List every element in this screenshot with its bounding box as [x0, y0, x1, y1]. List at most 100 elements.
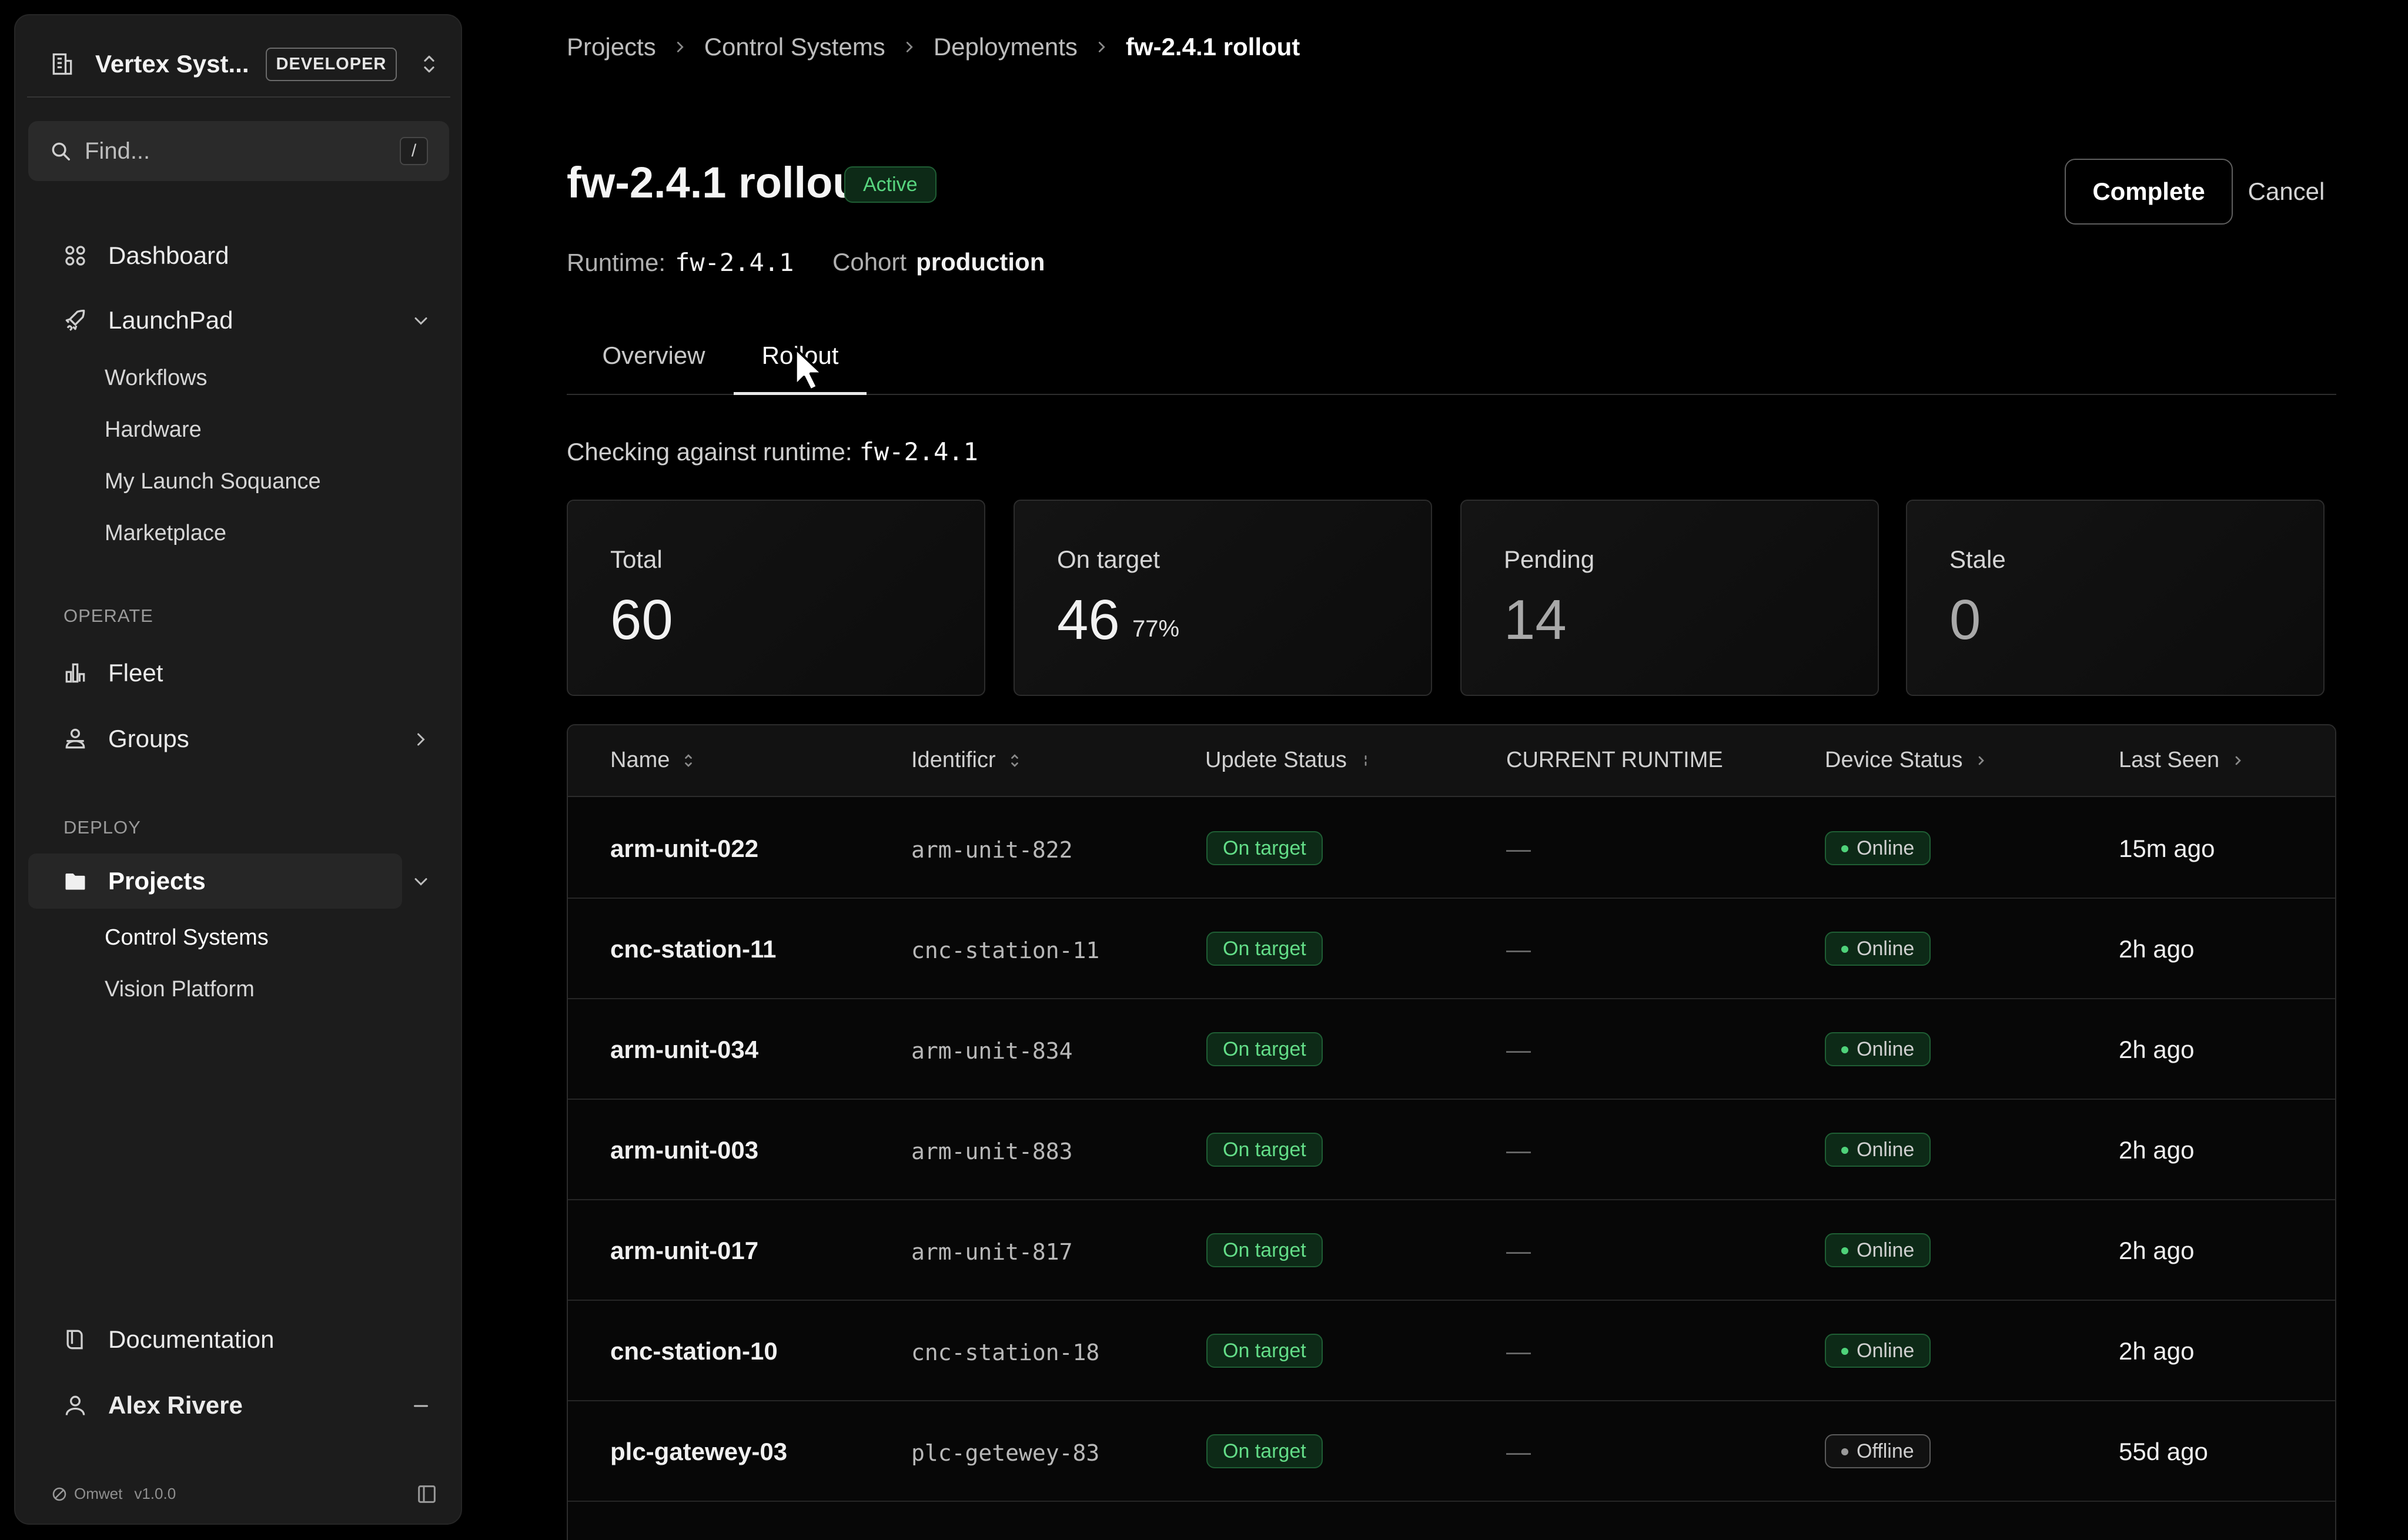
device-identifier: arm-unit-883 [911, 1139, 1073, 1164]
stat-value: 60 [610, 588, 673, 651]
device-identifier: plc-getewey-83 [911, 1440, 1100, 1466]
column-header-update-status[interactable]: Updete Status [1205, 748, 1373, 773]
sidebar-item-hardware[interactable]: Hardware [105, 417, 202, 443]
sidebar-item-marketplace[interactable]: Marketplace [105, 521, 226, 546]
stat-percent: 77% [1132, 616, 1180, 642]
nav-item-launchpad[interactable]: LaunchPad [28, 293, 449, 348]
devices-table: Name Identificr Updete Status CURRENT RU… [567, 724, 2336, 1540]
chevron-right-icon[interactable] [410, 729, 432, 750]
current-runtime: — [1506, 1036, 1531, 1063]
table-row[interactable]: cnc-station-10 cnc-station-18 On target — On… [568, 1301, 2335, 1401]
nav-label-documentation: Documentation [108, 1325, 275, 1353]
column-header-identifier[interactable]: Identificr [911, 748, 1022, 773]
groups-icon [65, 728, 85, 749]
user-icon [65, 1395, 85, 1415]
nav-label-projects: Projects [108, 867, 206, 895]
device-name[interactable]: arm-unit-022 [610, 835, 758, 863]
table-row[interactable]: arm-unit-003 arm-unit-883 On target — Online… [568, 1100, 2335, 1200]
building-icon [52, 53, 72, 75]
chevron-down-icon[interactable] [410, 310, 432, 332]
device-name[interactable]: arm-unit-017 [610, 1237, 758, 1265]
chart-icon [65, 663, 85, 683]
current-runtime: — [1506, 1337, 1531, 1365]
sidebar-item-vision-platform[interactable]: Vision Platform [105, 977, 255, 1002]
last-seen: 2h ago [2119, 1136, 2195, 1164]
status-dot-icon [1841, 1448, 1848, 1455]
device-name[interactable]: plc-gatewey-03 [610, 1438, 787, 1466]
status-dot-icon [1841, 1348, 1848, 1355]
device-status-badge: Online [1825, 1334, 1931, 1368]
device-status-label: Online [1857, 837, 1915, 859]
status-dot-icon [1841, 946, 1848, 953]
nav-item-documentation[interactable]: Documentation [28, 1312, 449, 1367]
device-status-label: Online [1857, 1038, 1915, 1060]
device-name[interactable]: cnc-station-10 [610, 1337, 778, 1365]
device-identifier: arm-unit-822 [911, 837, 1073, 863]
status-dot-icon [1841, 1247, 1848, 1254]
chevron-right-icon [906, 42, 913, 52]
section-label-operate: OPERATE [63, 605, 153, 626]
breadcrumb-deployments[interactable]: Deployments [934, 33, 1078, 61]
device-identifier: cnc-station-11 [911, 938, 1100, 963]
table-row[interactable]: arm-unit-034 arm-unit-834 On target — Online… [568, 999, 2335, 1100]
column-header-device-status[interactable]: Device Status [1825, 748, 1988, 773]
last-seen: 15m ago [2119, 835, 2215, 862]
user-menu[interactable]: Alex Rivere [28, 1378, 449, 1433]
device-name[interactable]: arm-unit-003 [610, 1136, 758, 1164]
column-label: CURRENT RUNTIME [1506, 748, 1723, 772]
update-status-badge: On target [1206, 932, 1323, 966]
device-identifier: arm-unit-817 [911, 1239, 1073, 1265]
table-row[interactable]: cnc-station-11 cnc-station-11 On target — On… [568, 899, 2335, 999]
device-status-badge: Online [1825, 1133, 1931, 1167]
nav-item-dashboard[interactable]: Dashboard [28, 228, 449, 283]
stat-value: 0 [1949, 588, 1981, 651]
device-identifier: cnc-station-18 [911, 1340, 1100, 1365]
device-name[interactable]: cnc-station-11 [610, 935, 776, 963]
current-runtime: — [1506, 1438, 1531, 1465]
nav-item-groups[interactable]: Groups [28, 711, 449, 766]
runtime-value: fw-2.4.1 [675, 248, 794, 277]
breadcrumb-control-systems[interactable]: Control Systems [704, 33, 885, 61]
cancel-button[interactable]: Cancel [2236, 159, 2336, 225]
stat-card-total: Total 60 [567, 500, 985, 696]
sidebar-item-control-systems[interactable]: Control Systems [105, 925, 269, 950]
table-row[interactable]: plc-gatewey-03 plc-getewey-83 On target — Of… [568, 1401, 2335, 1502]
sidebar-item-launch-sequence[interactable]: My Launch Soquance [105, 469, 321, 494]
updown-icon [424, 55, 435, 73]
update-status-badge: On target [1206, 1233, 1323, 1267]
nav-item-fleet[interactable]: Fleet [28, 645, 449, 701]
app-version: v1.0.0 [134, 1485, 176, 1502]
org-name: Vertex Syst... [95, 50, 249, 78]
chevron-down-icon[interactable] [410, 871, 432, 892]
breadcrumb-projects[interactable]: Projects [567, 33, 656, 61]
table-row[interactable]: arm-unit-022 arm-unit-822 On target — Online… [568, 798, 2335, 899]
collapse-icon[interactable] [410, 1395, 432, 1417]
stat-label: Stale [1949, 545, 2006, 573]
table-row[interactable]: arm-unit-017 arm-unit-817 On target — Online… [568, 1200, 2335, 1301]
last-seen: 2h ago [2119, 1337, 2195, 1365]
last-seen: 2h ago [2119, 935, 2195, 963]
nav-label-groups: Groups [108, 725, 189, 752]
last-seen: 2h ago [2119, 1036, 2195, 1063]
sidebar-item-workflows[interactable]: Workflows [105, 366, 208, 391]
device-status-label: Online [1857, 938, 1915, 960]
device-status-badge: Online [1825, 1233, 1931, 1267]
rocket-icon [65, 309, 85, 331]
org-switcher[interactable]: Vertex Syst... DEVELOPER [27, 32, 450, 98]
update-status-badge: On target [1206, 831, 1323, 865]
panel-icon[interactable] [415, 1482, 439, 1506]
nav-label-dashboard: Dashboard [108, 242, 229, 269]
column-header-last-seen[interactable]: Last Seen [2119, 748, 2245, 773]
search-bar[interactable]: / [28, 121, 449, 181]
dashboard-icon [65, 246, 85, 266]
brand-icon [52, 1487, 66, 1501]
tab-overview[interactable]: Overview [595, 341, 713, 395]
search-input[interactable] [85, 138, 367, 165]
nav-item-projects[interactable]: Projects [28, 853, 402, 909]
environment-badge: DEVELOPER [265, 47, 397, 81]
device-name[interactable]: arm-unit-034 [610, 1036, 758, 1064]
update-status-badge: On target [1206, 1032, 1323, 1066]
book-icon [66, 1330, 83, 1350]
column-header-name[interactable]: Name [610, 748, 695, 773]
complete-button[interactable]: Complete [2065, 159, 2233, 225]
